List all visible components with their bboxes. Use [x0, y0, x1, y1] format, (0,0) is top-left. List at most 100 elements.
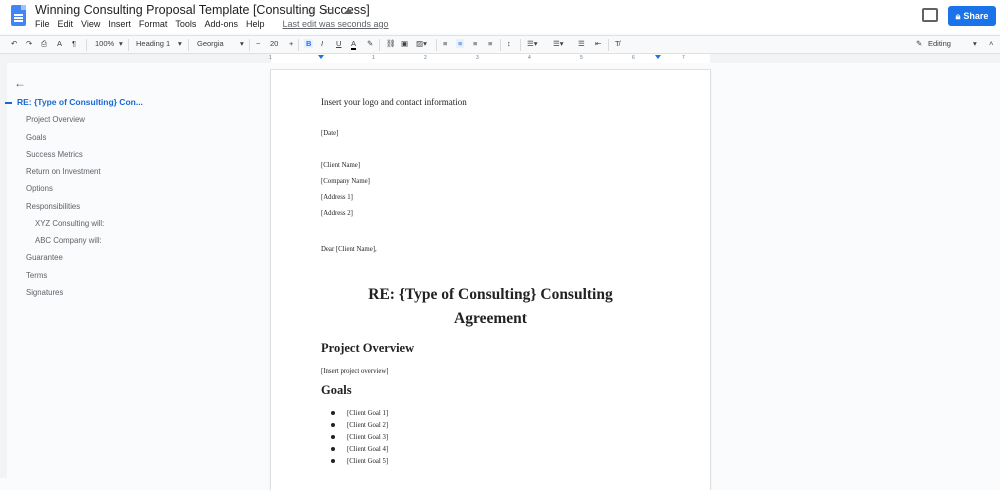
address-2-field[interactable]: [Address 2]: [321, 210, 353, 217]
document-heading-line-1[interactable]: RE: {Type of Consulting} Consulting: [271, 283, 710, 306]
share-label: Share: [963, 11, 989, 21]
vertical-ruler[interactable]: [0, 63, 7, 478]
collapse-toolbar-icon[interactable]: ˄: [989, 39, 993, 48]
outline-item-project-overview[interactable]: Project Overview: [26, 115, 85, 124]
back-arrow-icon[interactable]: ←: [14, 76, 26, 90]
bold-button[interactable]: B: [304, 39, 314, 48]
ruler-tick-label: 6: [632, 55, 635, 61]
justify-icon[interactable]: ≡: [488, 39, 492, 48]
increase-font-size-button[interactable]: +: [289, 39, 293, 48]
left-indent-marker[interactable]: [318, 55, 324, 59]
chevron-down-icon[interactable]: ▾: [178, 39, 182, 48]
horizontal-ruler[interactable]: 1 1 2 3 4 5 6 7: [0, 54, 1000, 63]
company-name-field[interactable]: [Company Name]: [321, 178, 370, 185]
goal-list-item[interactable]: [Client Goal 1]: [330, 410, 388, 417]
menu-edit[interactable]: Edit: [58, 19, 74, 29]
last-edit-link[interactable]: Last edit was seconds ago: [282, 19, 388, 29]
menu-file[interactable]: File: [35, 19, 50, 29]
align-right-icon[interactable]: ≡: [473, 39, 477, 48]
insert-image-icon[interactable]: ▨▾: [416, 39, 427, 48]
zoom-select[interactable]: 100%: [95, 39, 114, 48]
menu-insert[interactable]: Insert: [108, 19, 131, 29]
editing-mode-select[interactable]: Editing: [928, 39, 951, 48]
underline-button[interactable]: U: [336, 39, 341, 48]
outline-heading-active[interactable]: RE: {Type of Consulting} Con...: [5, 97, 143, 107]
star-icon[interactable]: ☆: [306, 4, 316, 17]
redo-icon[interactable]: ↷: [26, 39, 32, 48]
checklist-icon[interactable]: ☰▾: [527, 39, 538, 48]
move-folder-icon[interactable]: ▭: [324, 4, 334, 17]
goal-list-item[interactable]: [Client Goal 5]: [330, 458, 388, 465]
chevron-down-icon[interactable]: ▾: [973, 39, 977, 48]
add-comment-icon[interactable]: ▣: [401, 39, 408, 48]
menu-tools[interactable]: Tools: [175, 19, 196, 29]
chevron-down-icon[interactable]: ▾: [119, 39, 123, 48]
client-name-field[interactable]: [Client Name]: [321, 162, 360, 169]
outline-item-responsibilities[interactable]: Responsibilities: [26, 202, 80, 211]
text-color-button[interactable]: A: [351, 39, 357, 50]
italic-button[interactable]: I: [321, 39, 323, 48]
pencil-icon: ✎: [916, 39, 923, 48]
highlight-color-icon[interactable]: ✎: [367, 39, 373, 48]
menu-help[interactable]: Help: [246, 19, 265, 29]
spellcheck-icon[interactable]: A: [57, 39, 62, 48]
cloud-status-icon[interactable]: ☁: [342, 4, 353, 17]
outline-item-options[interactable]: Options: [26, 184, 53, 193]
top-bar: Winning Consulting Proposal Template [Co…: [0, 0, 1000, 33]
share-button[interactable]: 🔒︎ Share: [948, 6, 996, 26]
decrease-font-size-button[interactable]: −: [256, 39, 260, 48]
ruler-page-area: [271, 54, 710, 63]
ruler-tick-label: 7: [682, 55, 685, 61]
line-spacing-icon[interactable]: ↕: [507, 39, 511, 48]
outline-item-signatures[interactable]: Signatures: [26, 288, 63, 297]
salutation-text[interactable]: Dear [Client Name],: [321, 246, 377, 253]
toolbar-divider: [86, 39, 87, 51]
goals-heading[interactable]: Goals: [321, 383, 352, 398]
date-field[interactable]: [Date]: [321, 130, 338, 137]
align-center-icon[interactable]: ≡: [456, 39, 465, 48]
toolbar-divider: [520, 39, 521, 51]
undo-icon[interactable]: ↶: [11, 39, 17, 48]
clear-formatting-icon[interactable]: T̸: [615, 39, 620, 48]
paint-format-icon[interactable]: ¶: [72, 39, 76, 48]
toolbar: ↶ ↷ ⎙ A ¶ 100% ▾ Heading 1 ▾ Georgia ▾ −…: [0, 35, 1000, 54]
goal-list-item[interactable]: [Client Goal 3]: [330, 434, 388, 441]
menu-add-ons[interactable]: Add-ons: [204, 19, 238, 29]
outline-item-abc-company[interactable]: ABC Company will:: [35, 236, 102, 245]
menu-view[interactable]: View: [81, 19, 100, 29]
right-indent-marker[interactable]: [655, 55, 661, 59]
docs-logo-icon[interactable]: [11, 5, 26, 26]
paragraph-style-select[interactable]: Heading 1: [136, 39, 170, 48]
toolbar-divider: [249, 39, 250, 51]
project-overview-heading[interactable]: Project Overview: [321, 341, 414, 356]
menu-bar: File Edit View Insert Format Tools Add-o…: [35, 19, 389, 29]
ruler-tick-label: 1: [372, 55, 375, 61]
document-heading-line-2[interactable]: Agreement: [271, 307, 710, 330]
numbered-list-icon[interactable]: ☰: [578, 39, 585, 48]
toolbar-divider: [298, 39, 299, 51]
comment-history-icon[interactable]: [922, 8, 938, 22]
outline-item-guarantee[interactable]: Guarantee: [26, 253, 63, 262]
outline-item-xyz-consulting[interactable]: XYZ Consulting will:: [35, 219, 104, 228]
outline-item-success-metrics[interactable]: Success Metrics: [26, 150, 83, 159]
font-select[interactable]: Georgia: [197, 39, 224, 48]
goal-list-item[interactable]: [Client Goal 2]: [330, 422, 388, 429]
document-page[interactable]: Insert your logo and contact information…: [271, 70, 710, 490]
chevron-down-icon[interactable]: ▾: [240, 39, 244, 48]
outline-item-return-on-investment[interactable]: Return on Investment: [26, 167, 101, 176]
font-size-input[interactable]: 20: [270, 39, 278, 48]
outline-item-goals[interactable]: Goals: [26, 133, 46, 142]
address-1-field[interactable]: [Address 1]: [321, 194, 353, 201]
project-overview-text[interactable]: [Insert project overview]: [321, 368, 389, 375]
bulleted-list-icon[interactable]: ☰▾: [553, 39, 564, 48]
ruler-tick-label: 3: [476, 55, 479, 61]
ruler-tick-label: 2: [424, 55, 427, 61]
align-left-icon[interactable]: ≡: [443, 39, 447, 48]
outline-item-terms[interactable]: Terms: [26, 271, 47, 280]
logo-placeholder-text[interactable]: Insert your logo and contact information: [321, 97, 467, 107]
decrease-indent-icon[interactable]: ⇤: [595, 39, 601, 48]
print-icon[interactable]: ⎙: [41, 39, 47, 49]
insert-link-icon[interactable]: ⛓: [386, 39, 396, 48]
menu-format[interactable]: Format: [139, 19, 168, 29]
goal-list-item[interactable]: [Client Goal 4]: [330, 446, 388, 453]
